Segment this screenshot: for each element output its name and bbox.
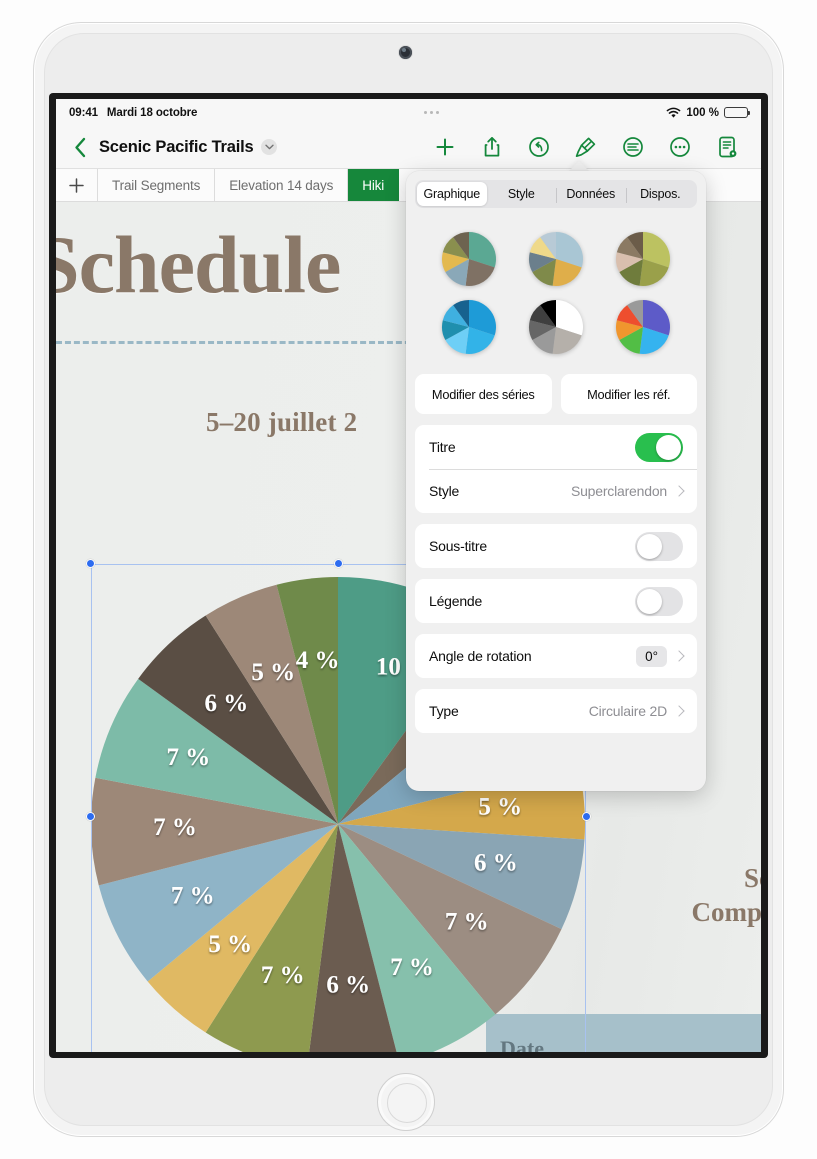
plus-icon bbox=[69, 177, 84, 193]
chevron-right-icon bbox=[673, 485, 685, 497]
row-sous-titre-label: Sous-titre bbox=[429, 538, 487, 554]
insert-icon bbox=[622, 137, 643, 157]
wifi-icon bbox=[667, 107, 681, 118]
panel-tab-donnees[interactable]: Données bbox=[556, 182, 626, 206]
row-titre[interactable]: Titre bbox=[415, 425, 697, 469]
row-angle-rotation[interactable]: Angle de rotation 0° bbox=[415, 634, 697, 678]
back-chevron-icon bbox=[74, 137, 85, 157]
document-options-icon bbox=[718, 136, 736, 158]
insert-format-button[interactable] bbox=[609, 130, 656, 164]
add-icon bbox=[436, 138, 453, 156]
front-camera-icon bbox=[399, 46, 412, 59]
format-panel: Graphique Style Données Dispos. Modifier… bbox=[406, 171, 706, 791]
app-toolbar: Scenic Pacific Trails bbox=[56, 126, 761, 169]
back-button[interactable] bbox=[67, 133, 93, 161]
titre-toggle[interactable] bbox=[635, 432, 683, 462]
screen: 09:41 Mardi 18 octobre 100 % Scenic Paci… bbox=[56, 99, 761, 1052]
format-paintbrush-button[interactable] bbox=[562, 130, 609, 164]
more-options-button[interactable] bbox=[656, 130, 703, 164]
rotation-group: Angle de rotation 0° bbox=[415, 634, 697, 678]
row-angle-label: Angle de rotation bbox=[429, 648, 532, 664]
edit-references-button[interactable]: Modifier les réf. bbox=[560, 374, 697, 414]
row-titre-label: Titre bbox=[429, 439, 456, 455]
swatch-sky-gold[interactable] bbox=[513, 230, 600, 288]
undo-button[interactable] bbox=[515, 130, 562, 164]
row-style-label: Style bbox=[429, 483, 460, 499]
row-style[interactable]: Style Superclarendon bbox=[415, 469, 697, 513]
resize-handle-top-center[interactable] bbox=[333, 559, 343, 568]
title-chevron-down-icon[interactable] bbox=[261, 139, 278, 155]
swatch-grayscale[interactable] bbox=[513, 298, 600, 356]
row-type-label: Type bbox=[429, 703, 459, 719]
row-legende-label: Légende bbox=[429, 593, 483, 609]
page-footer-line1: Sched bbox=[743, 862, 761, 893]
paintbrush-icon bbox=[575, 137, 595, 158]
status-center-dots bbox=[197, 111, 666, 114]
undo-icon bbox=[528, 137, 549, 157]
status-right: 100 % bbox=[666, 106, 751, 119]
subtitle-group: Sous-titre bbox=[415, 524, 697, 568]
sous-titre-toggle[interactable] bbox=[635, 531, 683, 561]
panel-tab-style[interactable]: Style bbox=[487, 182, 557, 206]
row-angle-value[interactable]: 0° bbox=[636, 645, 667, 667]
swatch-earth-teal[interactable] bbox=[426, 230, 513, 288]
status-bar: 09:41 Mardi 18 octobre 100 % bbox=[56, 99, 761, 126]
toolbar-icons bbox=[421, 130, 750, 164]
home-button[interactable] bbox=[377, 1073, 435, 1131]
page-title: Schedule bbox=[56, 219, 341, 310]
add-sheet-button[interactable] bbox=[56, 169, 98, 201]
status-time: 09:41 bbox=[69, 106, 98, 119]
chart-style-swatch-grid bbox=[406, 208, 706, 372]
ipad-device: 09:41 Mardi 18 octobre 100 % Scenic Paci… bbox=[0, 0, 817, 1159]
sheet-tab-hiking[interactable]: Hiki bbox=[348, 169, 400, 201]
battery-icon bbox=[724, 106, 751, 119]
panel-tab-dispos[interactable]: Dispos. bbox=[625, 182, 696, 206]
share-button[interactable] bbox=[468, 130, 515, 164]
edit-series-button[interactable]: Modifier des séries bbox=[415, 374, 552, 414]
status-date: Mardi 18 octobre bbox=[106, 106, 198, 119]
resize-handle-middle-right[interactable] bbox=[582, 811, 591, 821]
page-footer-line2: Completin bbox=[691, 897, 762, 928]
row-legende[interactable]: Légende bbox=[415, 579, 697, 623]
add-button[interactable] bbox=[421, 130, 468, 164]
document-title[interactable]: Scenic Pacific Trails bbox=[99, 138, 254, 157]
row-type[interactable]: Type Circulaire 2D bbox=[415, 689, 697, 733]
battery-percent: 100 % bbox=[686, 106, 719, 119]
page-subtitle: 5–20 juillet 2 bbox=[206, 407, 358, 437]
type-group: Type Circulaire 2D bbox=[415, 689, 697, 733]
swatch-vibrant[interactable] bbox=[599, 298, 686, 356]
chevron-right-icon bbox=[673, 705, 685, 717]
legende-toggle[interactable] bbox=[635, 586, 683, 616]
row-sous-titre[interactable]: Sous-titre bbox=[415, 524, 697, 568]
share-icon bbox=[484, 137, 499, 157]
row-style-value: Superclarendon bbox=[570, 483, 667, 499]
title-style-group: Titre Style Superclarendon bbox=[415, 425, 697, 513]
panel-tab-bar: Graphique Style Données Dispos. bbox=[415, 180, 697, 208]
document-options-button[interactable] bbox=[703, 130, 750, 164]
resize-handle-top-left[interactable] bbox=[86, 559, 95, 568]
panel-button-row: Modifier des séries Modifier les réf. bbox=[406, 372, 706, 414]
chevron-right-icon bbox=[673, 650, 685, 662]
sheet-tab-elevation[interactable]: Elevation 14 days bbox=[215, 169, 349, 201]
legend-group: Légende bbox=[415, 579, 697, 623]
resize-handle-middle-left[interactable] bbox=[86, 811, 95, 821]
row-type-value: Circulaire 2D bbox=[588, 703, 668, 719]
swatch-blue[interactable] bbox=[426, 298, 513, 356]
panel-tab-graphique[interactable]: Graphique bbox=[417, 182, 487, 206]
more-icon bbox=[669, 137, 690, 157]
swatch-olive[interactable] bbox=[599, 230, 686, 288]
sheet-tab-trail-segments[interactable]: Trail Segments bbox=[98, 169, 216, 201]
page-footer-text: Sched Completin bbox=[692, 861, 762, 930]
